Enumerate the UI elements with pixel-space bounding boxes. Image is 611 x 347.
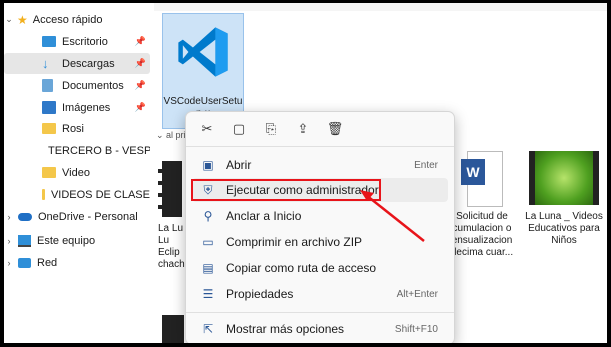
sidebar-item-label: Acceso rápido bbox=[32, 13, 103, 26]
pin-icon: 📌 bbox=[134, 102, 146, 112]
chevron-down-icon[interactable]: ⌄ bbox=[4, 14, 14, 25]
sidebar-item-label: Descargas bbox=[62, 57, 115, 70]
cloud-icon bbox=[18, 212, 32, 221]
pin-icon: 📌 bbox=[134, 58, 146, 68]
menu-item-shortcut: Alt+Enter bbox=[396, 288, 438, 300]
more-options-icon: ⇱ bbox=[202, 322, 214, 336]
zip-icon: ▭ bbox=[202, 235, 214, 249]
sidebar-item-documentos[interactable]: Documentos 📌 bbox=[4, 75, 150, 96]
menu-item-label: Comprimir en archivo ZIP bbox=[226, 235, 363, 249]
folder-icon bbox=[42, 123, 56, 134]
pictures-icon bbox=[42, 101, 56, 114]
menu-item-abrir[interactable]: ▣ Abrir Enter bbox=[192, 152, 448, 178]
sidebar-item-escritorio[interactable]: Escritorio 📌 bbox=[4, 31, 150, 52]
sidebar-item-label: VIDEOS DE CLASE bbox=[50, 188, 150, 201]
sidebar-item-descargas[interactable]: ↓ Descargas 📌 bbox=[4, 53, 150, 74]
rename-icon[interactable]: ⎘ bbox=[262, 120, 280, 138]
chevron-down-icon[interactable]: ⌄ bbox=[156, 130, 166, 140]
menu-item-pin-to-start[interactable]: ⚲ Anclar a Inicio bbox=[192, 203, 448, 229]
menu-item-shortcut: Enter bbox=[414, 159, 438, 171]
pin-icon: 📌 bbox=[134, 36, 146, 46]
context-menu: ✂ ▢ ⎘ ⇪ 🗑 ▣ Abrir Enter ⛨ Ejecutar como … bbox=[185, 111, 455, 343]
sidebar-item-label: Red bbox=[37, 256, 58, 269]
red-highlight-box bbox=[191, 179, 381, 201]
chevron-right-icon[interactable]: › bbox=[4, 212, 14, 222]
sidebar-item-videos-de-clase[interactable]: VIDEOS DE CLASE bbox=[4, 184, 150, 205]
menu-item-properties[interactable]: ☰ Propiedades Alt+Enter bbox=[192, 281, 448, 307]
menu-item-more-options[interactable]: ⇱ Mostrar más opciones Shift+F10 bbox=[192, 316, 448, 342]
group-header: ⌄ al prir bbox=[156, 130, 189, 141]
desktop-icon bbox=[42, 36, 56, 47]
path-icon: ▤ bbox=[202, 261, 214, 275]
column-header-strip bbox=[154, 3, 607, 11]
sidebar-item-onedrive[interactable]: › OneDrive - Personal bbox=[4, 206, 150, 227]
sidebar-item-este-equipo[interactable]: › Este equipo bbox=[4, 230, 150, 251]
sidebar-item-imagenes[interactable]: Imágenes 📌 bbox=[4, 97, 150, 118]
chevron-right-icon[interactable]: › bbox=[4, 236, 14, 246]
sidebar-item-video[interactable]: Video bbox=[4, 162, 150, 183]
pin-icon: ⚲ bbox=[203, 209, 213, 223]
pin-icon: 📌 bbox=[134, 80, 146, 90]
cut-icon[interactable]: ✂ bbox=[198, 120, 216, 138]
vscode-icon bbox=[178, 27, 228, 77]
sidebar-item-label: Imágenes bbox=[62, 101, 111, 114]
sidebar-item-label: Rosi bbox=[62, 122, 85, 135]
delete-icon[interactable]: 🗑 bbox=[326, 120, 344, 138]
sidebar-item-tercero-b[interactable]: TERCERO B - VESPE bbox=[4, 140, 150, 161]
file-explorer-window: ⌄ ★ Acceso rápido Escritorio 📌 ↓ Descarg… bbox=[4, 3, 607, 343]
folder-icon bbox=[42, 167, 56, 178]
sidebar-item-label: TERCERO B - VESPE bbox=[48, 144, 150, 157]
word-document-icon: W bbox=[461, 151, 503, 207]
download-icon: ↓ bbox=[42, 56, 49, 71]
menu-separator bbox=[186, 146, 454, 147]
sidebar-item-label: Documentos bbox=[62, 79, 124, 92]
sidebar-item-label: OneDrive - Personal bbox=[38, 210, 138, 223]
share-icon[interactable]: ⇪ bbox=[294, 120, 312, 138]
documents-icon bbox=[42, 79, 53, 92]
sidebar-item-label: Este equipo bbox=[37, 234, 96, 247]
properties-icon: ☰ bbox=[202, 287, 214, 301]
menu-item-compress-zip[interactable]: ▭ Comprimir en archivo ZIP bbox=[192, 229, 448, 255]
network-icon bbox=[18, 257, 31, 268]
menu-item-label: Abrir bbox=[226, 158, 252, 172]
star-icon: ★ bbox=[17, 12, 28, 27]
menu-item-label: Anclar a Inicio bbox=[226, 209, 302, 223]
menu-item-label: Mostrar más opciones bbox=[226, 322, 345, 336]
chevron-right-icon[interactable]: › bbox=[4, 258, 14, 268]
sidebar-item-rosi[interactable]: Rosi bbox=[4, 118, 150, 139]
menu-item-label: Propiedades bbox=[226, 287, 294, 301]
menu-item-label: Copiar como ruta de acceso bbox=[226, 261, 377, 275]
folder-icon bbox=[42, 189, 45, 200]
sidebar-item-label: Video bbox=[62, 166, 90, 179]
navigation-pane: ⌄ ★ Acceso rápido Escritorio 📌 ↓ Descarg… bbox=[4, 3, 154, 343]
video-thumbnail-icon bbox=[529, 151, 599, 205]
open-icon: ▣ bbox=[202, 158, 214, 172]
menu-item-copy-path[interactable]: ▤ Copiar como ruta de acceso bbox=[192, 255, 448, 281]
file-name: La Luna _ Videos Educativos para Niños bbox=[525, 211, 603, 246]
video-thumbnail-icon bbox=[158, 161, 182, 217]
sidebar-item-quick-access[interactable]: ⌄ ★ Acceso rápido bbox=[4, 9, 150, 30]
video-thumbnail-icon bbox=[162, 315, 184, 343]
context-menu-quick-actions: ✂ ▢ ⎘ ⇪ 🗑 bbox=[198, 120, 344, 138]
file-tile-video-2[interactable]: La Luna _ Videos Educativos para Niños bbox=[522, 151, 606, 247]
computer-icon bbox=[18, 234, 31, 247]
sidebar-item-label: Escritorio bbox=[62, 35, 108, 48]
menu-item-shortcut: Shift+F10 bbox=[394, 323, 438, 335]
copy-icon[interactable]: ▢ bbox=[230, 120, 248, 138]
sidebar-item-red[interactable]: › Red bbox=[4, 252, 150, 273]
menu-separator bbox=[186, 312, 454, 313]
